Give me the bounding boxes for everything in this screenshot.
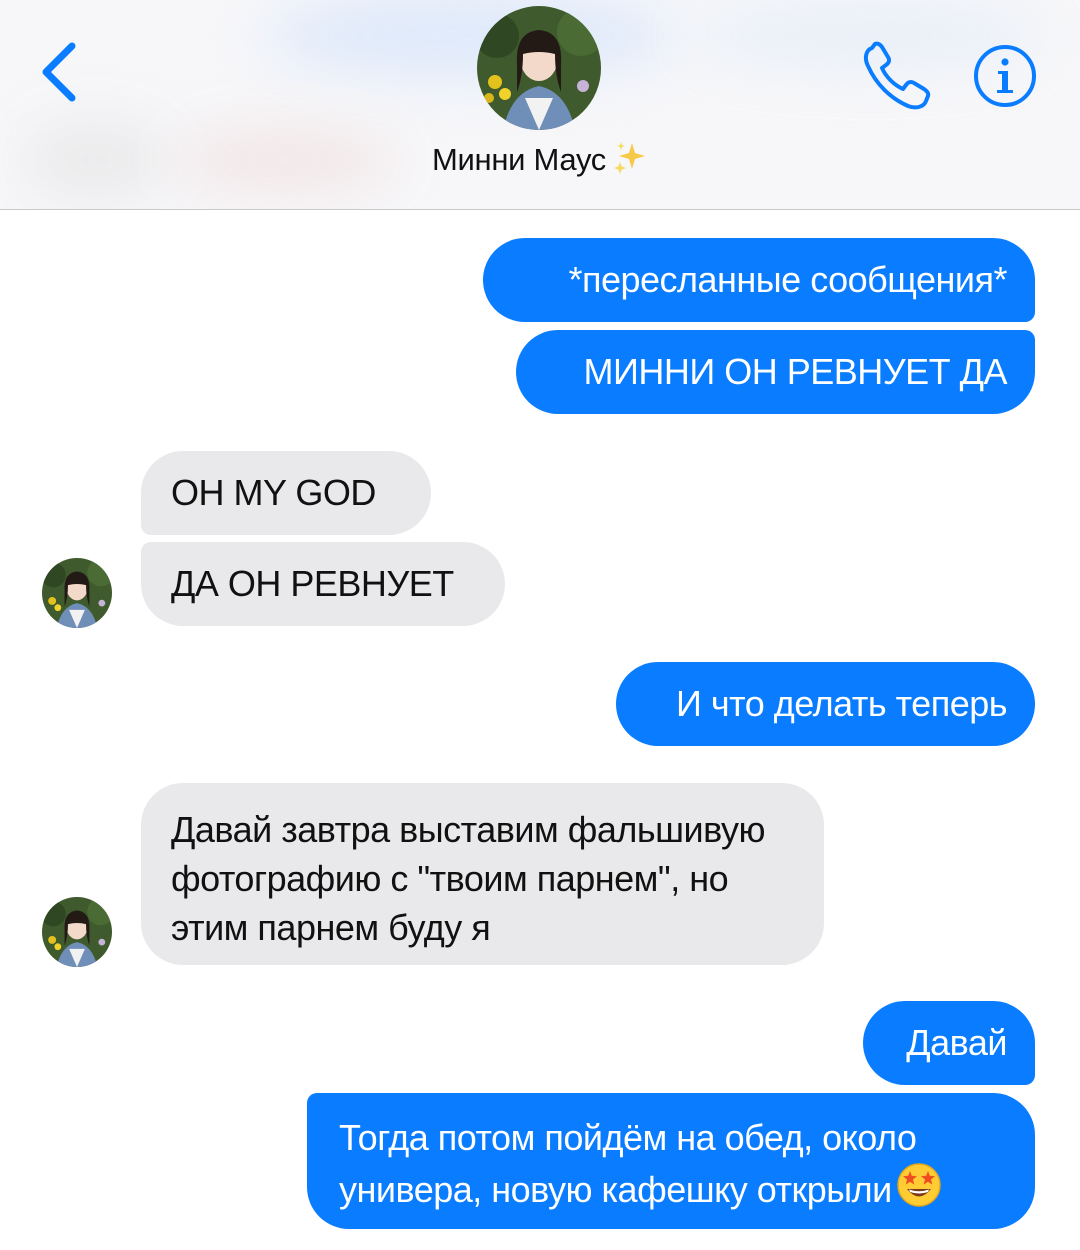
info-button[interactable] xyxy=(972,43,1038,109)
phone-icon xyxy=(863,41,931,110)
star-struck-emoji-icon xyxy=(896,1162,942,1220)
message-bubble-outgoing[interactable]: Тогда потом пойдём на обед, около универ… xyxy=(307,1093,1035,1229)
message-bubble-incoming[interactable]: ДА ОН РЕВНУЕТ xyxy=(141,542,505,626)
message-text: МИННИ ОН РЕВНУЕТ ДА xyxy=(583,351,1007,392)
message-text: *пересланные сообщения* xyxy=(568,259,1007,300)
avatar-photo xyxy=(42,558,112,628)
message-text: Тогда потом пойдём на обед, около универ… xyxy=(339,1117,917,1210)
sender-avatar[interactable] xyxy=(42,897,112,967)
back-button[interactable] xyxy=(30,36,90,108)
message-text: OH MY GOD xyxy=(171,472,376,513)
message-bubble-outgoing[interactable]: Давай xyxy=(863,1001,1035,1085)
message-bubble-outgoing[interactable]: И что делать теперь xyxy=(616,662,1035,746)
message-text: И что делать теперь xyxy=(676,683,1007,724)
avatar-photo xyxy=(42,897,112,967)
message-bubble-incoming[interactable]: Давай завтра выставим фальшивую фотограф… xyxy=(141,783,824,965)
message-bubble-outgoing[interactable]: МИННИ ОН РЕВНУЕТ ДА xyxy=(516,330,1035,414)
message-bubble-outgoing[interactable]: *пересланные сообщения* xyxy=(483,238,1035,322)
message-bubble-incoming[interactable]: OH MY GOD xyxy=(141,451,431,535)
message-text: Давай завтра выставим фальшивую фотограф… xyxy=(171,809,765,948)
info-icon xyxy=(974,45,1036,107)
header-blur-background xyxy=(260,0,680,80)
sparkles-icon xyxy=(612,140,648,184)
contact-avatar[interactable] xyxy=(477,6,601,130)
contact-name-row[interactable]: Минни Маус xyxy=(0,140,1080,184)
contact-name: Минни Маус xyxy=(431,142,607,177)
chevron-left-icon xyxy=(42,42,76,102)
avatar-photo xyxy=(477,6,601,130)
call-button[interactable] xyxy=(858,40,934,112)
message-text: Давай xyxy=(906,1022,1007,1063)
sender-avatar[interactable] xyxy=(42,558,112,628)
chat-header: Минни Маус xyxy=(0,0,1080,210)
message-text: ДА ОН РЕВНУЕТ xyxy=(171,563,454,604)
